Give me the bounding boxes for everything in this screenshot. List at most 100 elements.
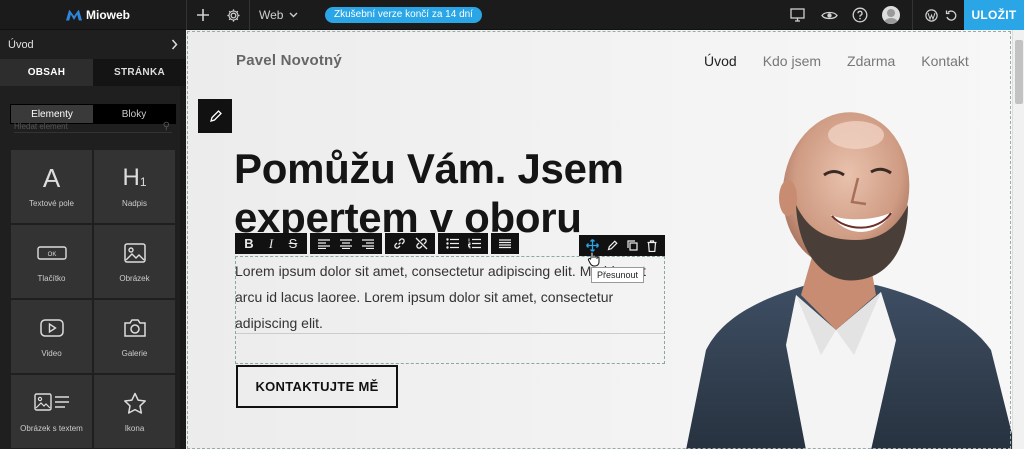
paragraph-format-button[interactable] <box>494 233 516 254</box>
svg-text:OK: OK <box>47 252 56 258</box>
tile-label: Nadpis <box>122 199 147 208</box>
element-tile-button[interactable]: OK Tlačítko <box>11 225 92 298</box>
site-name[interactable]: Pavel Novotný <box>236 52 342 69</box>
format-group-style: B I S <box>235 233 307 254</box>
nav-item-kdo-jsem[interactable]: Kdo jsem <box>763 53 821 69</box>
element-tile-text[interactable]: A Textové pole <box>11 150 92 223</box>
tab-stranka[interactable]: STRÁNKA <box>93 59 186 86</box>
heading-icon: H1 <box>122 164 147 191</box>
justify-icon <box>499 238 511 248</box>
trash-icon[interactable] <box>643 237 661 255</box>
breadcrumb[interactable]: Úvod <box>0 30 186 59</box>
tab-obsah[interactable]: OBSAH <box>0 59 93 86</box>
nav-item-uvod[interactable]: Úvod <box>704 53 737 69</box>
unlink-button[interactable] <box>410 233 432 254</box>
element-tile-heading[interactable]: H1 Nadpis <box>94 150 175 223</box>
contact-button[interactable]: KONTAKTUJTE MĚ <box>236 365 398 408</box>
align-left-icon <box>318 238 330 249</box>
scrollbar-thumb[interactable] <box>1015 40 1023 104</box>
canvas-scrollbar[interactable] <box>1012 30 1024 449</box>
element-tile-gallery[interactable]: Galerie <box>94 300 175 373</box>
web-select-label: Web <box>259 8 284 22</box>
bullet-list-icon <box>445 238 459 249</box>
element-tile-icon[interactable]: Ikona <box>94 375 175 448</box>
top-bar: Mioweb Web Zkušební verze končí za 14 dn… <box>0 0 1024 30</box>
web-select[interactable]: Web <box>259 8 298 22</box>
search-placeholder: Hledat element <box>14 122 68 131</box>
elements-blocks-switch: Elementy Bloky <box>10 104 176 124</box>
mioweb-logo[interactable]: Mioweb <box>66 8 130 22</box>
move-tooltip: Přesunout <box>591 267 645 283</box>
numbered-list-button[interactable] <box>463 233 485 254</box>
eye-icon[interactable] <box>819 5 839 25</box>
mioweb-logo-icon <box>66 9 82 21</box>
image-text-icon <box>33 390 70 416</box>
wordpress-icon[interactable] <box>921 5 941 25</box>
format-group-align <box>310 233 382 254</box>
tile-label: Ikona <box>124 424 145 433</box>
align-right-button[interactable] <box>357 233 379 254</box>
sidebar: Úvod OBSAH STRÁNKA Elementy Bloky Hledat… <box>0 30 186 449</box>
strikethrough-button[interactable]: S <box>282 233 304 254</box>
hand-cursor-icon <box>587 251 600 267</box>
star-icon <box>123 390 147 416</box>
link-icon <box>393 238 405 249</box>
tile-label: Obrázek s textem <box>20 424 83 433</box>
tile-label: Galerie <box>121 349 148 358</box>
tile-label: Obrázek <box>119 274 150 283</box>
pencil-icon <box>209 109 222 122</box>
trial-badge[interactable]: Zkušební verze končí za 14 dní <box>325 7 482 23</box>
tile-label: Tlačítko <box>37 274 66 283</box>
format-group-more <box>491 233 519 254</box>
plus-icon[interactable] <box>193 5 213 25</box>
unlink-icon <box>415 237 427 250</box>
chevron-right-icon <box>171 39 178 50</box>
hero-heading[interactable]: Pomůžu Vám. Jsem expertem v oboru <box>234 144 654 242</box>
search-icon: ⚲ <box>162 121 170 132</box>
italic-button[interactable]: I <box>260 233 282 254</box>
divider <box>186 0 187 30</box>
edit-section-button[interactable] <box>198 99 232 133</box>
avatar[interactable] <box>882 6 900 24</box>
brand-name: Mioweb <box>86 8 130 22</box>
element-tile-image-text[interactable]: Obrázek s textem <box>11 375 92 448</box>
breadcrumb-label: Úvod <box>8 38 34 51</box>
sidebar-tabs: OBSAH STRÁNKA <box>0 59 186 86</box>
format-group-link <box>385 233 435 254</box>
main-nav: Úvod Kdo jsem Zdarma Kontakt <box>704 53 969 69</box>
camera-icon <box>123 315 147 341</box>
text-format-toolbar: B I S <box>235 233 519 254</box>
pencil-icon[interactable] <box>603 237 621 255</box>
tile-label: Video <box>41 349 62 358</box>
chevron-down-icon <box>289 12 298 18</box>
align-left-button[interactable] <box>313 233 335 254</box>
help-icon[interactable] <box>850 5 870 25</box>
editor-canvas: Pavel Novotný Úvod Kdo jsem Zdarma Konta… <box>186 30 1024 449</box>
image-icon <box>123 240 146 266</box>
undo-icon[interactable] <box>941 5 961 25</box>
element-search[interactable]: Hledat element ⚲ <box>14 121 172 133</box>
format-group-list <box>438 233 488 254</box>
bold-button[interactable]: B <box>238 233 260 254</box>
element-grid: A Textové pole H1 Nadpis OK Tlačítko Obr… <box>11 150 176 448</box>
align-center-button[interactable] <box>335 233 357 254</box>
numbered-list-icon <box>467 238 481 249</box>
align-center-icon <box>340 238 352 249</box>
tile-label: Textové pole <box>29 199 74 208</box>
divider <box>249 0 250 30</box>
link-button[interactable] <box>388 233 410 254</box>
align-right-icon <box>362 238 374 249</box>
gear-icon[interactable] <box>223 5 243 25</box>
nav-item-kontakt[interactable]: Kontakt <box>921 53 968 69</box>
monitor-icon[interactable] <box>787 5 807 25</box>
duplicate-icon[interactable] <box>623 237 641 255</box>
segment-elementy[interactable]: Elementy <box>11 105 93 123</box>
bullet-list-button[interactable] <box>441 233 463 254</box>
video-icon <box>39 315 64 341</box>
element-tile-image[interactable]: Obrázek <box>94 225 175 298</box>
divider <box>912 0 913 30</box>
element-tile-video[interactable]: Video <box>11 300 92 373</box>
nav-item-zdarma[interactable]: Zdarma <box>847 53 895 69</box>
text-icon: A <box>42 162 61 193</box>
save-button[interactable]: ULOŽIT <box>964 0 1024 30</box>
